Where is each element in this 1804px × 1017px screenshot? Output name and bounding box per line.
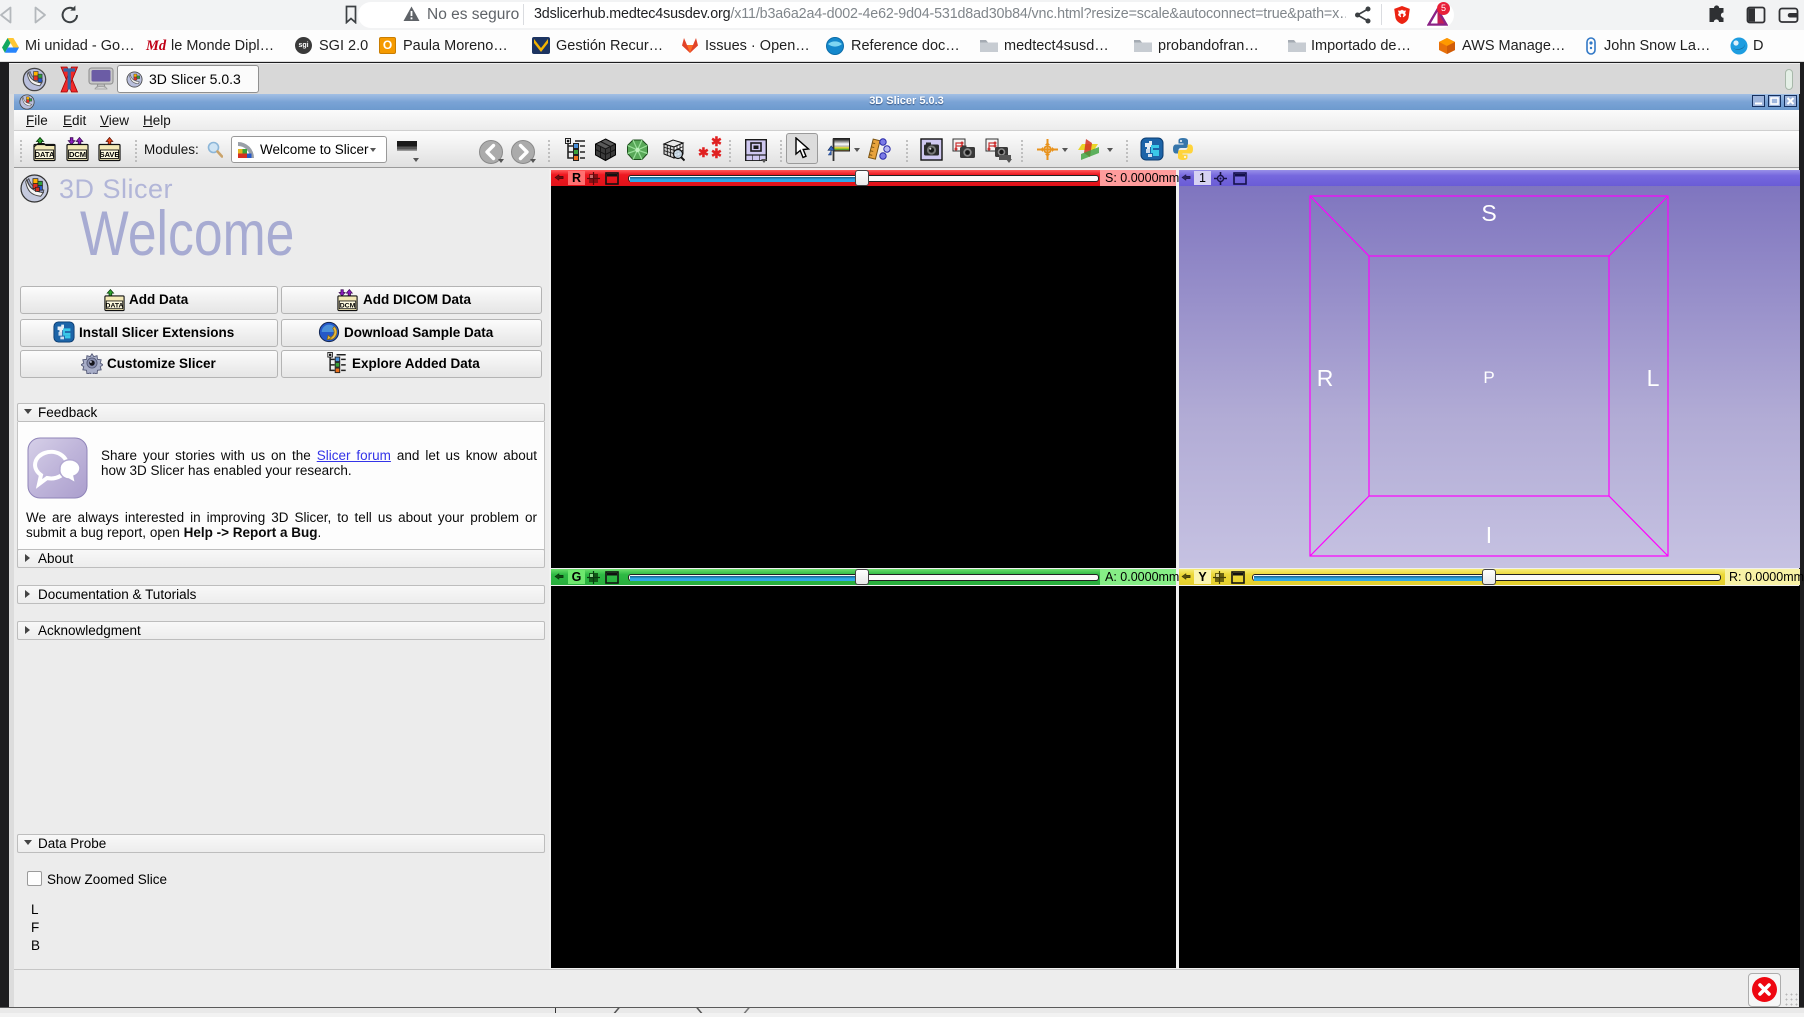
svg-text:P: P: [1483, 368, 1494, 387]
svg-text:I: I: [1486, 522, 1492, 548]
svg-text:DCM: DCM: [69, 150, 86, 159]
svg-text:DATA: DATA: [35, 150, 55, 159]
svg-text:SAVE: SAVE: [100, 150, 120, 159]
svg-text:DATA: DATA: [106, 302, 124, 309]
svg-text:L: L: [1647, 365, 1660, 391]
svg-text:S: S: [1481, 200, 1496, 226]
svg-text:R: R: [1317, 365, 1334, 391]
svg-text:DCM: DCM: [340, 302, 356, 309]
